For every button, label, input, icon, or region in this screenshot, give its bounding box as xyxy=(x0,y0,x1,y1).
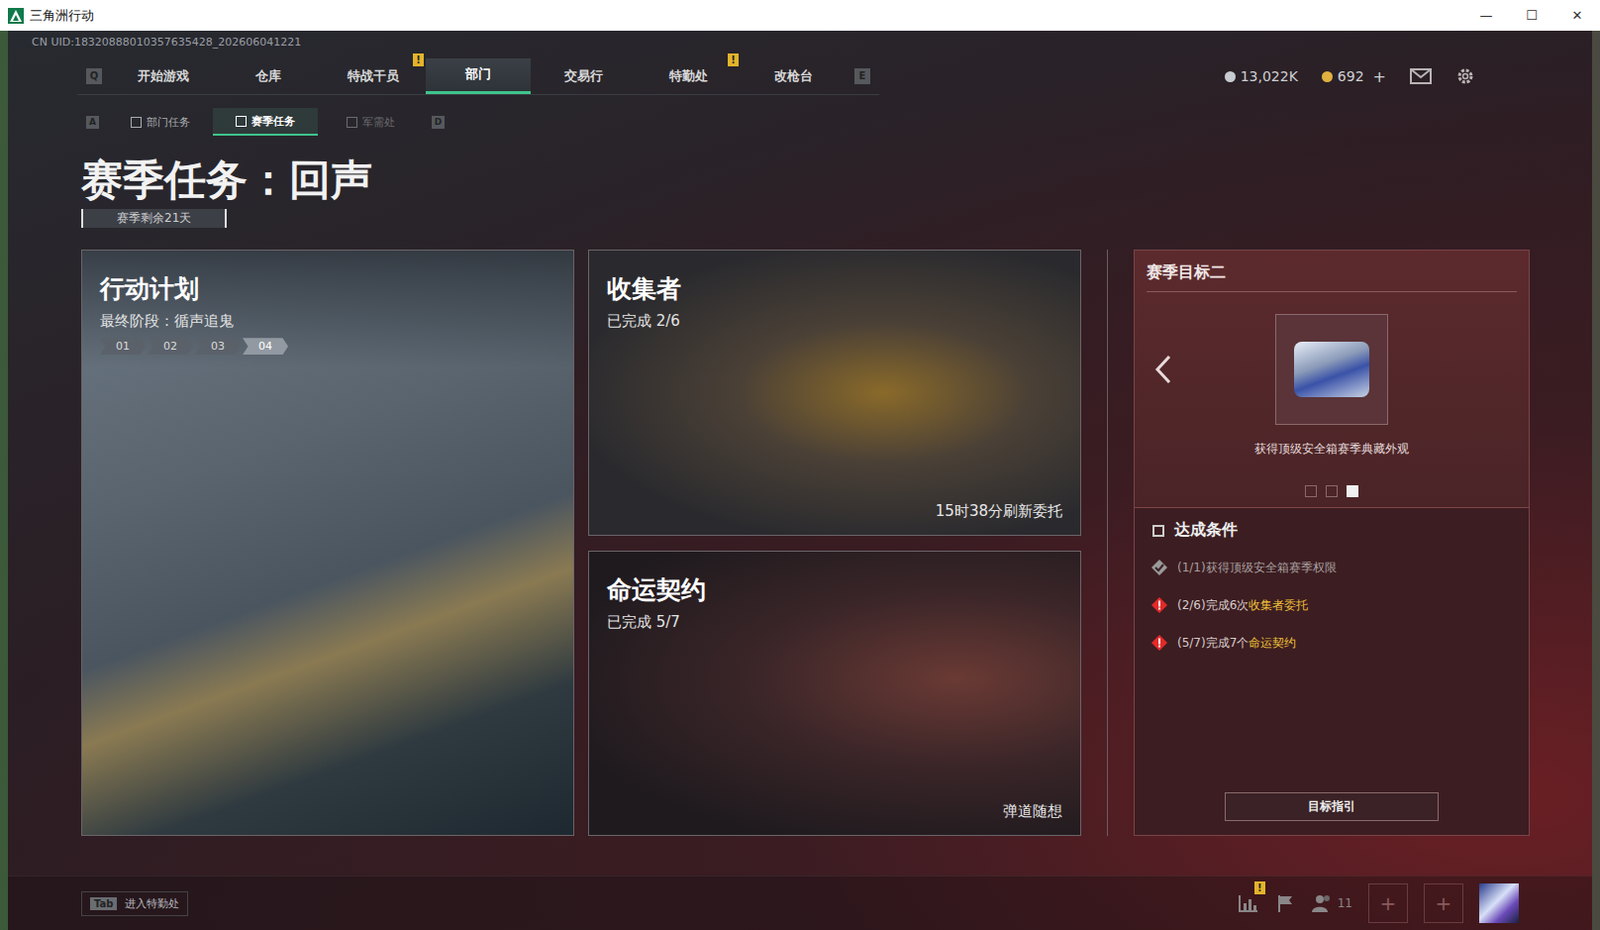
key-hint[interactable]: D xyxy=(431,115,445,129)
chevron-left-icon[interactable] xyxy=(1154,354,1173,385)
sub-nav: A 部门任务赛季任务军需处 D xyxy=(7,107,1593,136)
app-logo-icon xyxy=(7,7,24,24)
add-teammate-slot[interactable]: + xyxy=(1368,883,1408,923)
card-footer: 弹道随想 xyxy=(1002,801,1063,821)
safe-box-icon xyxy=(1294,341,1370,398)
card-subtitle: 最终阶段：循声追鬼 xyxy=(100,311,556,331)
nav-tab[interactable]: 改枪台 xyxy=(740,58,846,95)
sub-tab[interactable]: 军需处 xyxy=(317,107,423,136)
add-currency-button[interactable]: + xyxy=(1373,67,1387,87)
condition-row: (5/7)完成7个命运契约 xyxy=(1150,623,1513,662)
game-screen: CN UID:18320888010357635428_202606041221… xyxy=(7,30,1593,930)
people-icon xyxy=(1310,893,1333,913)
friends-button[interactable]: 11 xyxy=(1310,893,1353,913)
enter-special-button[interactable]: Tab进入特勤处 xyxy=(81,891,189,916)
stats-icon[interactable] xyxy=(1237,893,1260,913)
page-dot[interactable] xyxy=(1346,485,1359,498)
coin-icon xyxy=(1224,71,1236,83)
nav-tab[interactable]: 仓库 xyxy=(215,58,321,95)
stage-step: 04 xyxy=(242,337,289,355)
check-icon xyxy=(1150,558,1169,577)
goal-title: 赛季目标二 xyxy=(1146,262,1517,293)
stage-step: 02 xyxy=(147,337,194,355)
tab-icon xyxy=(235,115,247,127)
reward-text: 获得顶级安全箱赛季典藏外观 xyxy=(1146,440,1517,458)
bullet-icon xyxy=(1152,524,1165,537)
flag-icon[interactable] xyxy=(1275,893,1296,913)
gear-icon[interactable] xyxy=(1455,66,1476,87)
condition-row: (2/6)完成6次收集者委托 xyxy=(1150,586,1513,624)
card-footer: 15时38分刷新委托 xyxy=(935,501,1063,521)
title-bar: 三角洲行动 —☐✕ xyxy=(0,0,1600,31)
card-title: 命运契约 xyxy=(606,573,1063,606)
uid-label: CN UID:18320888010357635428_202606041221 xyxy=(7,30,1593,53)
card-title: 收集者 xyxy=(606,272,1063,305)
warning-icon xyxy=(1150,596,1169,614)
page-title: 赛季任务：回声 xyxy=(81,157,373,203)
game-window: 三角洲行动 —☐✕ CN UID:18320888010357635428_2026… xyxy=(0,0,1600,930)
key-hint[interactable]: A xyxy=(86,115,100,129)
currency: 13,022K xyxy=(1224,68,1299,85)
goal-panel: 赛季目标二获得顶级安全箱赛季典藏外观达成条件 (1/1)获得顶级安全箱赛季权限(2… xyxy=(1133,249,1530,836)
nav-tab[interactable]: 部门 xyxy=(425,58,531,95)
conditions-title: 达成条件 xyxy=(1150,519,1513,541)
player-avatar[interactable] xyxy=(1479,883,1519,923)
season-remaining: 赛季剩余21天 xyxy=(81,208,227,228)
card-progress: 已完成 2/6 xyxy=(606,311,1063,331)
tab-icon xyxy=(130,116,142,128)
window-control[interactable]: ☐ xyxy=(1508,7,1555,23)
window-control[interactable]: — xyxy=(1463,7,1509,23)
nav-tab[interactable]: 开始游戏 xyxy=(110,58,216,95)
stage-step: 03 xyxy=(195,337,241,355)
mail-icon[interactable] xyxy=(1409,68,1432,85)
stage-step: 01 xyxy=(100,337,146,355)
condition-row: (1/1)获得顶级安全箱赛季权限 xyxy=(1150,548,1513,587)
sub-tab[interactable]: 部门任务 xyxy=(107,107,213,136)
goal-guide-button[interactable]: 目标指引 xyxy=(1224,792,1439,821)
tab-icon xyxy=(346,116,358,128)
page-dot[interactable] xyxy=(1325,485,1338,498)
coin-icon xyxy=(1321,71,1333,83)
alert-badge: ! xyxy=(412,53,424,67)
divider xyxy=(1106,249,1108,836)
card-progress: 已完成 5/7 xyxy=(606,612,1063,632)
currency: 692+ xyxy=(1321,67,1387,87)
window-title: 三角洲行动 xyxy=(29,6,95,25)
warning-icon xyxy=(1150,633,1169,652)
key-hint[interactable]: E xyxy=(854,68,871,85)
reward-item xyxy=(1275,313,1389,425)
task-card[interactable]: 收集者已完成 2/6 15时38分刷新委托 xyxy=(588,249,1082,536)
sub-tab[interactable]: 赛季任务 xyxy=(212,107,318,136)
task-card[interactable]: 命运契约已完成 5/7 弹道随想 xyxy=(588,550,1082,837)
window-control[interactable]: ✕ xyxy=(1554,7,1600,23)
key-hint: Tab xyxy=(90,897,117,910)
nav-tab[interactable]: 特勤处 ! xyxy=(635,58,741,95)
bottom-bar: Tab进入特勤处! 11 + + xyxy=(7,875,1593,930)
nav-tab[interactable]: 交易行 xyxy=(530,58,636,95)
operation-card[interactable]: 行动计划最终阶段：循声追鬼 01020304 xyxy=(81,249,575,836)
alert-badge: ! xyxy=(727,53,739,67)
main-nav: Q 开始游戏 仓库 特战干员 !部门 交易行 特勤处 !改枪台 E xyxy=(77,58,880,96)
nav-tab[interactable]: 特战干员 ! xyxy=(320,58,426,95)
card-title: 行动计划 xyxy=(100,272,556,305)
add-teammate-slot[interactable]: + xyxy=(1423,883,1464,923)
page-dot[interactable] xyxy=(1304,485,1317,498)
key-hint[interactable]: Q xyxy=(86,68,102,85)
alert-badge: ! xyxy=(1254,881,1266,895)
